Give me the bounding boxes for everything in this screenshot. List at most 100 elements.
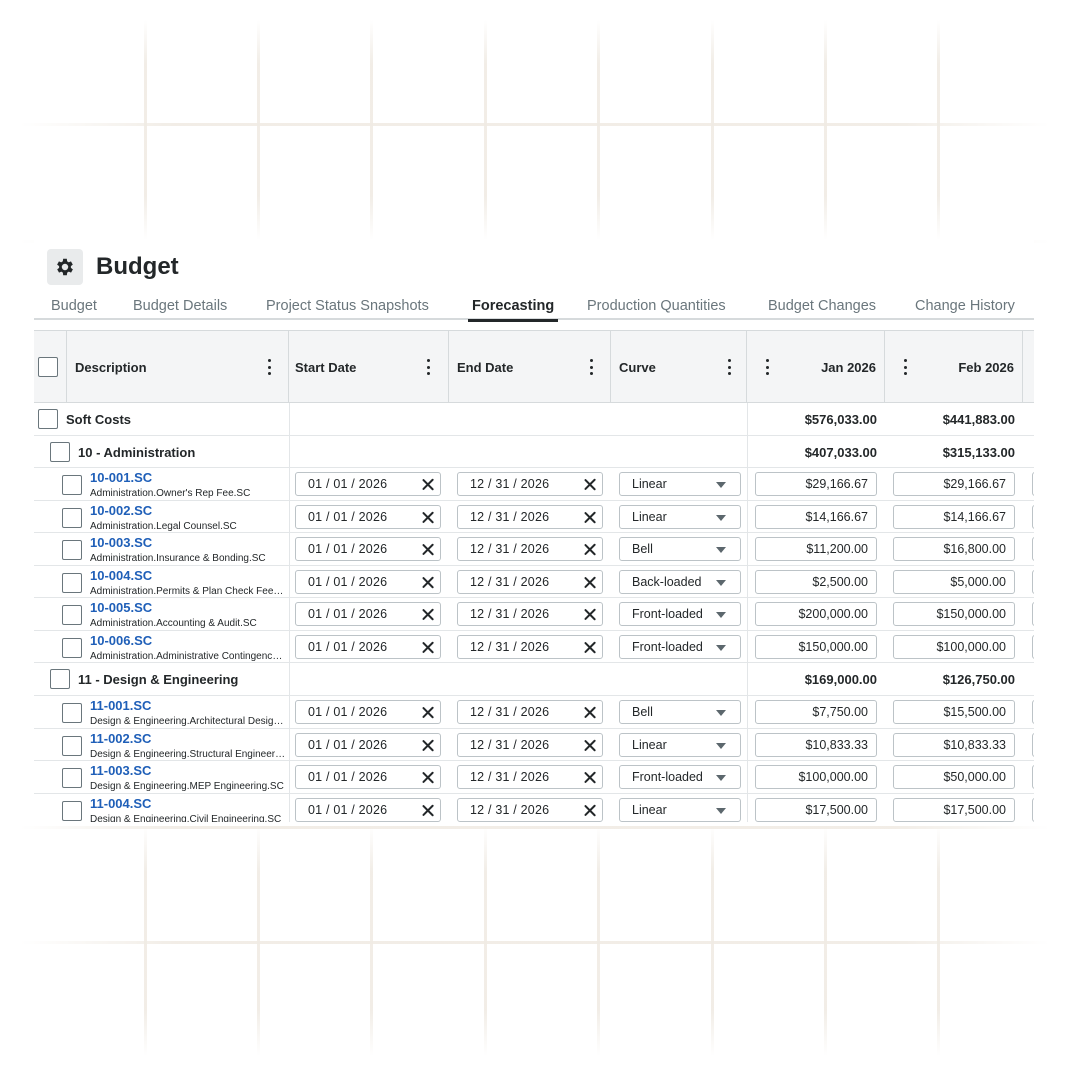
curve-select[interactable]: Front-loaded xyxy=(619,602,741,626)
cost-code-link[interactable]: 11-004.SC xyxy=(90,796,151,811)
column-menu-icon[interactable] xyxy=(425,359,431,375)
feb-amount-field[interactable]: $29,166.67 xyxy=(893,472,1015,496)
clear-icon[interactable] xyxy=(583,804,596,817)
start-date-field[interactable]: 01 / 01 / 2026 xyxy=(295,732,441,757)
end-date-field[interactable]: 12 / 31 / 2026 xyxy=(457,634,603,659)
jan-amount-field[interactable]: $200,000.00 xyxy=(755,602,877,626)
column-menu-icon[interactable] xyxy=(764,359,770,375)
feb-amount-field[interactable]: $100,000.00 xyxy=(893,634,1015,659)
cost-code-link[interactable]: 11-001.SC xyxy=(90,698,151,713)
end-date-field[interactable]: 12 / 31 / 2026 xyxy=(457,504,603,529)
select-all-checkbox[interactable] xyxy=(38,357,58,377)
column-header-curve[interactable]: Curve xyxy=(611,331,747,403)
tab-budget-details[interactable]: Budget Details xyxy=(133,298,227,314)
row-checkbox[interactable] xyxy=(50,442,70,462)
end-date-field[interactable]: 12 / 31 / 2026 xyxy=(457,700,603,724)
jan-amount-field[interactable]: $11,200.00 xyxy=(755,537,877,561)
clear-icon[interactable] xyxy=(583,608,596,621)
curve-select[interactable]: Linear xyxy=(619,504,741,529)
cost-code-link[interactable]: 11-003.SC xyxy=(90,763,151,778)
row-checkbox[interactable] xyxy=(62,800,82,821)
next-month-field[interactable] xyxy=(1032,472,1034,496)
tab-change-history[interactable]: Change History xyxy=(915,298,1015,314)
curve-select[interactable]: Bell xyxy=(619,537,741,561)
jan-amount-field[interactable]: $17,500.00 xyxy=(755,797,877,822)
start-date-field[interactable]: 01 / 01 / 2026 xyxy=(295,634,441,659)
column-menu-icon[interactable] xyxy=(266,359,272,375)
row-checkbox[interactable] xyxy=(62,735,82,756)
column-header-jan-2026[interactable]: Jan 2026 xyxy=(747,331,885,403)
next-month-field[interactable] xyxy=(1032,797,1034,822)
end-date-field[interactable]: 12 / 31 / 2026 xyxy=(457,569,603,594)
clear-icon[interactable] xyxy=(421,608,434,621)
column-menu-icon[interactable] xyxy=(902,359,908,375)
row-checkbox[interactable] xyxy=(62,703,82,723)
start-date-field[interactable]: 01 / 01 / 2026 xyxy=(295,700,441,724)
row-checkbox[interactable] xyxy=(50,669,70,689)
curve-select[interactable]: Linear xyxy=(619,732,741,757)
cost-code-link[interactable]: 10-005.SC xyxy=(90,600,152,615)
feb-amount-field[interactable]: $16,800.00 xyxy=(893,537,1015,561)
clear-icon[interactable] xyxy=(583,543,596,556)
row-checkbox[interactable] xyxy=(62,540,82,560)
clear-icon[interactable] xyxy=(583,576,596,589)
jan-amount-field[interactable]: $29,166.67 xyxy=(755,472,877,496)
clear-icon[interactable] xyxy=(421,771,434,784)
settings-button[interactable] xyxy=(47,249,83,285)
next-month-field[interactable] xyxy=(1032,602,1034,626)
end-date-field[interactable]: 12 / 31 / 2026 xyxy=(457,765,603,789)
row-checkbox[interactable] xyxy=(62,605,82,625)
clear-icon[interactable] xyxy=(421,478,434,491)
jan-amount-field[interactable]: $7,750.00 xyxy=(755,700,877,724)
curve-select[interactable]: Front-loaded xyxy=(619,634,741,659)
clear-icon[interactable] xyxy=(583,478,596,491)
clear-icon[interactable] xyxy=(583,511,596,524)
start-date-field[interactable]: 01 / 01 / 2026 xyxy=(295,504,441,529)
column-header-description[interactable]: Description xyxy=(66,331,289,403)
jan-amount-field[interactable]: $150,000.00 xyxy=(755,634,877,659)
clear-icon[interactable] xyxy=(421,511,434,524)
cost-code-link[interactable]: 11-002.SC xyxy=(90,731,151,746)
end-date-field[interactable]: 12 / 31 / 2026 xyxy=(457,797,603,822)
curve-select[interactable]: Front-loaded xyxy=(619,765,741,789)
clear-icon[interactable] xyxy=(421,804,434,817)
feb-amount-field[interactable]: $14,166.67 xyxy=(893,504,1015,529)
start-date-field[interactable]: 01 / 01 / 2026 xyxy=(295,602,441,626)
clear-icon[interactable] xyxy=(421,706,434,719)
cost-code-link[interactable]: 10-006.SC xyxy=(90,633,152,648)
row-checkbox[interactable] xyxy=(62,507,82,528)
feb-amount-field[interactable]: $5,000.00 xyxy=(893,569,1015,594)
clear-icon[interactable] xyxy=(583,706,596,719)
feb-amount-field[interactable]: $10,833.33 xyxy=(893,732,1015,757)
clear-icon[interactable] xyxy=(421,543,434,556)
cost-code-link[interactable]: 10-004.SC xyxy=(90,568,152,583)
tab-project-status-snapshots[interactable]: Project Status Snapshots xyxy=(266,298,429,314)
tab-budget[interactable]: Budget xyxy=(51,298,97,314)
row-checkbox[interactable] xyxy=(62,768,82,788)
next-month-field[interactable] xyxy=(1032,569,1034,594)
next-month-field[interactable] xyxy=(1032,732,1034,757)
clear-icon[interactable] xyxy=(421,641,434,654)
start-date-field[interactable]: 01 / 01 / 2026 xyxy=(295,537,441,561)
jan-amount-field[interactable]: $2,500.00 xyxy=(755,569,877,594)
column-header-feb-2026[interactable]: Feb 2026 xyxy=(885,331,1023,403)
next-month-field[interactable] xyxy=(1032,634,1034,659)
clear-icon[interactable] xyxy=(421,739,434,752)
start-date-field[interactable]: 01 / 01 / 2026 xyxy=(295,472,441,496)
jan-amount-field[interactable]: $100,000.00 xyxy=(755,765,877,789)
row-checkbox[interactable] xyxy=(62,475,82,495)
start-date-field[interactable]: 01 / 01 / 2026 xyxy=(295,797,441,822)
end-date-field[interactable]: 12 / 31 / 2026 xyxy=(457,602,603,626)
next-month-field[interactable] xyxy=(1032,700,1034,724)
column-menu-icon[interactable] xyxy=(726,359,732,375)
next-month-field[interactable] xyxy=(1032,537,1034,561)
cost-code-link[interactable]: 10-003.SC xyxy=(90,535,152,550)
clear-icon[interactable] xyxy=(421,576,434,589)
start-date-field[interactable]: 01 / 01 / 2026 xyxy=(295,765,441,789)
end-date-field[interactable]: 12 / 31 / 2026 xyxy=(457,732,603,757)
feb-amount-field[interactable]: $50,000.00 xyxy=(893,765,1015,789)
tab-production-quantities[interactable]: Production Quantities xyxy=(587,298,726,314)
curve-select[interactable]: Linear xyxy=(619,797,741,822)
feb-amount-field[interactable]: $150,000.00 xyxy=(893,602,1015,626)
tab-budget-changes[interactable]: Budget Changes xyxy=(768,298,876,314)
